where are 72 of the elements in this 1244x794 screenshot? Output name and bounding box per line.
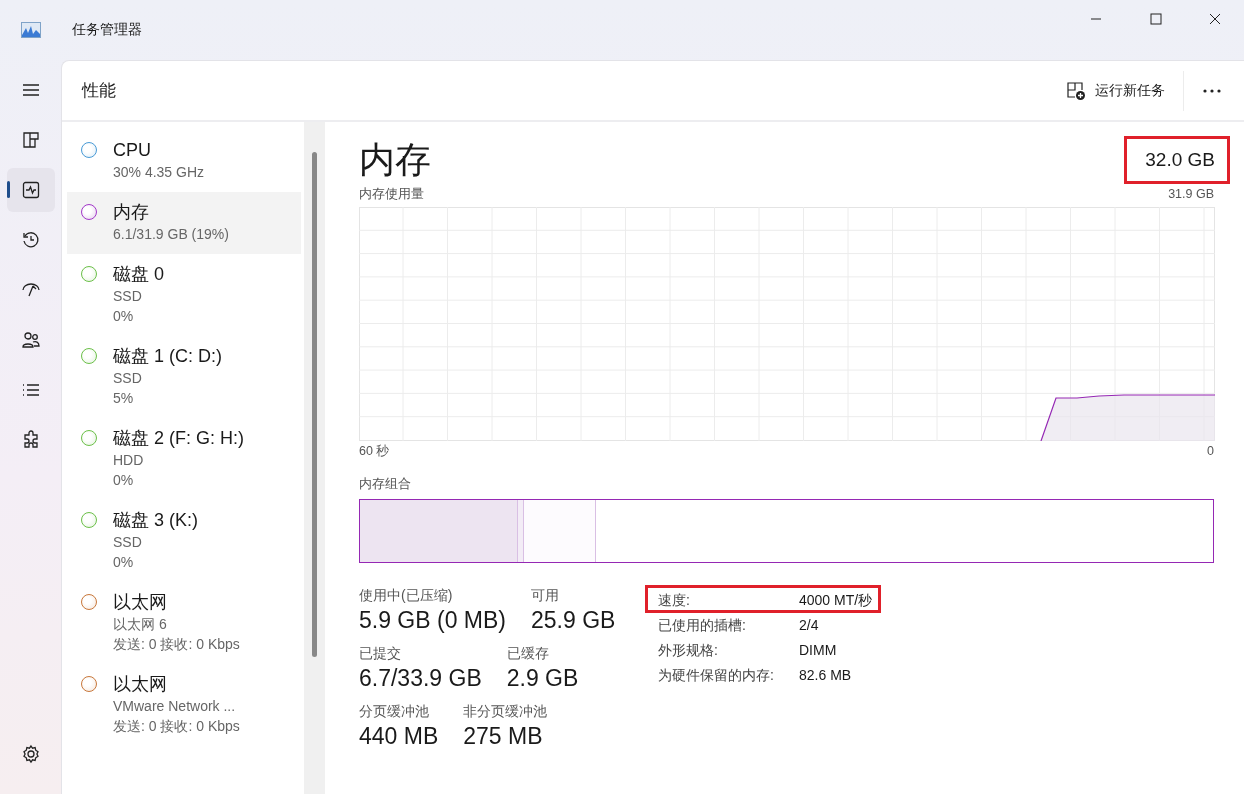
add-task-icon: [1066, 80, 1086, 101]
spec-value: 2/4: [799, 616, 819, 635]
device-info: 发送: 0 接收: 0 Kbps: [113, 717, 240, 736]
maximize-icon: [1150, 13, 1162, 25]
device-info: SSD: [113, 533, 143, 552]
spec-value: 4000 MT/秒: [799, 591, 873, 610]
device-item[interactable]: 磁盘 3 (K:) SSD 0%: [67, 500, 301, 582]
stat-label: 可用: [531, 586, 560, 605]
settings-icon: [20, 744, 41, 764]
processes-icon: [20, 130, 41, 150]
section-title: 内存: [359, 138, 431, 182]
stat-label: 使用中(已压缩): [359, 586, 454, 605]
device-item[interactable]: 磁盘 1 (C: D:) SSD 5%: [67, 336, 301, 418]
stat-label: 已提交: [359, 644, 402, 663]
stat-value: 6.7/33.9 GB: [359, 664, 482, 693]
device-name: 磁盘 2 (F: G: H:): [113, 427, 244, 450]
device-info: 0%: [113, 471, 135, 490]
more-icon: [1202, 87, 1222, 94]
performance-nav-button[interactable]: [6, 168, 55, 212]
device-name: 磁盘 3 (K:): [113, 509, 198, 532]
device-info: HDD: [113, 451, 145, 470]
users-icon: [20, 330, 41, 350]
spec-value: DIMM: [799, 641, 837, 660]
device-name: 以太网: [113, 591, 168, 614]
device-info: 以太网 6: [113, 615, 168, 634]
composition-label: 内存组合: [359, 476, 412, 493]
close-icon: [1209, 13, 1221, 25]
device-name: 内存: [113, 201, 150, 224]
history-icon: [20, 230, 41, 250]
device-item[interactable]: 内存 6.1/31.9 GB (19%): [67, 192, 301, 254]
stat-value: 440 MB: [359, 722, 439, 751]
device-name: CPU: [113, 139, 152, 162]
device-info: 30% 4.35 GHz: [113, 163, 205, 182]
page-title: 性能: [82, 80, 116, 102]
performance-icon: [20, 180, 41, 200]
stat-label: 已缓存: [506, 644, 550, 663]
stat-label: 非分页缓冲池: [463, 702, 548, 721]
device-info: 5%: [113, 389, 135, 408]
scrollbar[interactable]: [304, 122, 324, 794]
device-info: SSD: [113, 369, 143, 388]
device-info: 0%: [113, 307, 135, 326]
stat-value: 5.9 GB (0 MB): [359, 606, 506, 635]
device-info: 0%: [113, 553, 135, 572]
stat-label: 分页缓冲池: [359, 702, 430, 721]
device-name: 磁盘 0: [113, 263, 164, 286]
device-item[interactable]: 以太网 以太网 6 发送: 0 接收: 0 Kbps: [67, 582, 301, 664]
stat-value: 2.9 GB: [506, 664, 579, 693]
axis-end-label: 0: [1207, 443, 1214, 460]
device-info: VMware Network ...: [113, 697, 237, 716]
spec-value: 82.6 MB: [799, 666, 852, 685]
device-info: SSD: [113, 287, 143, 306]
device-item[interactable]: 磁盘 0 SSD 0%: [67, 254, 301, 336]
device-item[interactable]: CPU 30% 4.35 GHz: [67, 130, 301, 192]
spec-label: 为硬件保留的内存:: [658, 666, 775, 685]
capacity-value: 32.0 GB: [1124, 136, 1230, 184]
device-name: 以太网: [113, 673, 168, 696]
spec-label: 已使用的插槽:: [658, 616, 747, 635]
device-name: 磁盘 1 (C: D:): [113, 345, 222, 368]
device-info: 6.1/31.9 GB (19%): [113, 225, 229, 244]
device-item[interactable]: 以太网 VMware Network ... 发送: 0 接收: 0 Kbps: [67, 664, 301, 746]
axis-max-label: 31.9 GB: [1168, 186, 1214, 203]
spec-label: 速度:: [658, 591, 691, 610]
device-item[interactable]: 磁盘 2 (F: G: H:) HDD 0%: [67, 418, 301, 500]
axis-start-label: 60 秒: [359, 443, 390, 460]
app-icon: [21, 22, 41, 38]
window-title: 任务管理器: [72, 21, 142, 39]
graph-label: 内存使用量: [359, 186, 424, 203]
spec-label: 外形规格:: [658, 641, 719, 660]
stat-value: 275 MB: [463, 722, 544, 751]
run-new-task-button[interactable]: 运行新任务: [1056, 72, 1175, 109]
device-info: 发送: 0 接收: 0 Kbps: [113, 635, 240, 654]
stat-value: 25.9 GB: [531, 606, 616, 635]
